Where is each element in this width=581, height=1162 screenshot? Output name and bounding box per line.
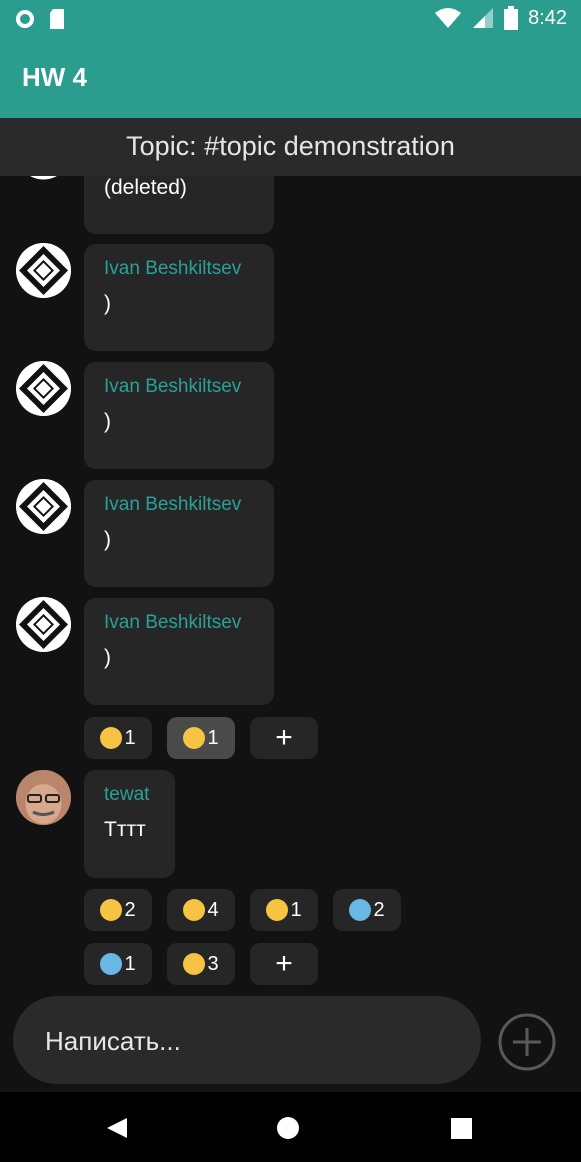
cowboy-emoji-icon (100, 899, 123, 921)
avatar[interactable] (16, 243, 71, 298)
battery-icon (504, 6, 519, 30)
message-bubble[interactable]: Ivan Beshkiltsev ) (84, 362, 274, 469)
message-bubble[interactable]: tewat Тттт (84, 770, 175, 878)
reaction-count: 1 (124, 726, 136, 749)
app-title: HW 4 (22, 62, 87, 92)
avatar[interactable] (16, 597, 71, 652)
plus-icon: + (275, 947, 293, 980)
avatar[interactable] (16, 479, 71, 534)
message-text: (deleted) (104, 176, 187, 199)
recents-icon[interactable] (451, 1118, 472, 1139)
add-reaction-button[interactable]: + (250, 717, 318, 759)
scream-emoji-icon (349, 899, 372, 921)
message-bubble[interactable]: Ivan Beshkiltsev ) (84, 480, 274, 587)
sender-name[interactable]: Ivan Beshkiltsev (104, 376, 241, 398)
add-attachment-button[interactable] (498, 1013, 556, 1071)
sender-name[interactable]: Ivan Beshkiltsev (104, 258, 241, 280)
reaction-chip-selected[interactable]: 1 (167, 717, 235, 759)
reaction-count: 1 (124, 952, 136, 975)
wifi-icon (435, 8, 462, 28)
status-bar: 8:42 (0, 0, 581, 36)
topic-title: Topic: #topic demonstration (126, 131, 455, 161)
message-text: ) (104, 410, 111, 433)
anxious-emoji-icon (100, 953, 123, 975)
message-list[interactable]: (deleted) Ivan Beshkiltsev ) Ivan Beshki… (0, 118, 581, 996)
message-text: ) (104, 292, 111, 315)
avatar[interactable] (16, 770, 71, 825)
sender-name[interactable]: Ivan Beshkiltsev (104, 494, 241, 516)
message-text: ) (104, 528, 111, 551)
reaction-chip[interactable]: 3 (167, 943, 235, 985)
reaction-count: 1 (290, 898, 302, 921)
plus-icon: + (275, 721, 293, 754)
system-navigation-bar (0, 1092, 581, 1162)
back-icon[interactable] (105, 1116, 129, 1140)
message-text: Тттт (104, 818, 146, 841)
reaction-count: 4 (207, 898, 219, 921)
message-input[interactable] (43, 1018, 457, 1064)
notification-circle-icon (16, 10, 34, 28)
add-reaction-button[interactable]: + (250, 943, 318, 985)
sender-name[interactable]: tewat (104, 784, 149, 806)
reaction-count: 2 (124, 898, 136, 921)
message-bubble[interactable]: Ivan Beshkiltsev ) (84, 598, 274, 705)
signal-icon (473, 8, 494, 28)
reaction-chip[interactable]: 2 (84, 889, 152, 931)
reaction-chip[interactable]: 4 (167, 889, 235, 931)
sender-name[interactable]: Ivan Beshkiltsev (104, 612, 241, 634)
message-text: ) (104, 646, 111, 669)
app-toolbar: HW 4 (0, 36, 581, 118)
avatar[interactable] (16, 361, 71, 416)
reaction-chip[interactable]: 1 (250, 889, 318, 931)
grin-emoji-icon (183, 727, 206, 749)
message-bubble[interactable]: Ivan Beshkiltsev ) (84, 244, 274, 351)
message-composer (13, 996, 481, 1084)
sd-card-icon (50, 9, 64, 29)
reaction-count: 3 (207, 952, 219, 975)
sleeping-emoji-icon (183, 953, 206, 975)
astonished-emoji-icon (183, 899, 206, 921)
topic-bar: Topic: #topic demonstration (0, 118, 581, 176)
yum-emoji-icon (100, 727, 123, 749)
home-icon[interactable] (276, 1116, 300, 1140)
reaction-chip[interactable]: 2 (333, 889, 401, 931)
sunglasses-emoji-icon (266, 899, 289, 921)
reaction-chip[interactable]: 1 (84, 943, 152, 985)
status-time: 8:42 (528, 6, 567, 29)
reaction-count: 2 (373, 898, 385, 921)
reaction-chip[interactable]: 1 (84, 717, 152, 759)
reaction-count: 1 (207, 726, 219, 749)
